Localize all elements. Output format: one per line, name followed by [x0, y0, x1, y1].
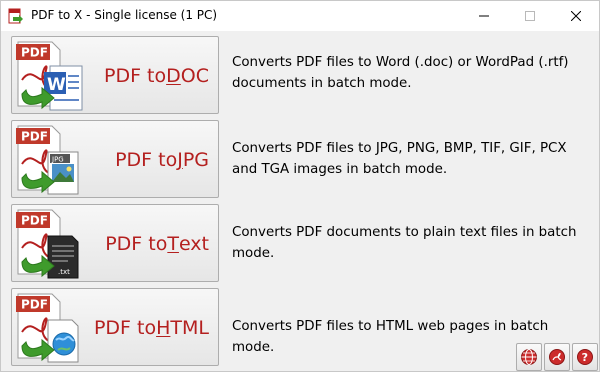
- label-mnemonic: D: [166, 65, 181, 87]
- pdf-badge-text: PDF: [21, 214, 48, 228]
- close-icon: [571, 11, 581, 21]
- maximize-button[interactable]: [507, 1, 553, 31]
- pdf-to-html-button[interactable]: PDF PDF to H TML: [11, 288, 219, 366]
- label-prefix: PDF to: [93, 317, 157, 339]
- pdf-to-text-description: Converts PDF documents to plain text fil…: [232, 225, 577, 261]
- pdf-to-text-label: PDF to Text: [105, 205, 209, 283]
- pdf-to-jpg-button[interactable]: PDF JPG PDF to J PG: [11, 120, 219, 198]
- help-icon: ?: [577, 349, 593, 365]
- minimize-button[interactable]: [461, 1, 507, 31]
- svg-text:?: ?: [582, 351, 588, 364]
- label-suffix: PG: [182, 149, 209, 171]
- minimize-icon: [479, 15, 489, 17]
- pdf-badge-text: PDF: [21, 298, 48, 312]
- label-suffix: TML: [170, 317, 209, 339]
- help-button[interactable]: ?: [572, 343, 598, 371]
- globe-icon: [521, 349, 537, 365]
- label-suffix: ext: [178, 233, 209, 255]
- svg-text:W: W: [47, 75, 66, 95]
- pdf-to-text-button[interactable]: PDF .txt PDF to Text: [11, 204, 219, 282]
- pdf-to-jpg-label: PDF to J PG: [115, 121, 209, 199]
- label-prefix: PDF to: [103, 65, 167, 87]
- window-title: PDF to X - Single license (1 PC): [31, 8, 218, 22]
- label-prefix: PDF to: [115, 149, 178, 171]
- app-window: PDF to X - Single license (1 PC) PDF W P…: [0, 0, 600, 372]
- pdf-settings-button[interactable]: [544, 343, 570, 371]
- pdf-to-html-label: PDF to H TML: [94, 289, 209, 367]
- pdf-to-text-icon: PDF .txt: [16, 209, 79, 279]
- pdf-settings-icon: [549, 349, 565, 365]
- txt-file-tag: .txt: [58, 268, 70, 276]
- main-panel: PDF W PDF to D OC Converts PDF files to W…: [1, 31, 599, 371]
- website-button[interactable]: [516, 343, 542, 371]
- label-prefix: PDF to: [105, 233, 168, 255]
- pdf-badge-text: PDF: [21, 46, 48, 60]
- pdf-to-doc-description: Converts PDF files to Word (.doc) or Wor…: [232, 55, 569, 91]
- close-button[interactable]: [553, 1, 599, 31]
- title-bar[interactable]: PDF to X - Single license (1 PC): [1, 1, 599, 31]
- label-suffix: OC: [180, 65, 209, 87]
- jpg-file-tag: JPG: [51, 156, 64, 164]
- pdf-to-jpg-icon: PDF JPG: [16, 125, 79, 195]
- maximize-icon: [525, 11, 535, 21]
- label-mnemonic: H: [156, 317, 171, 339]
- label-mnemonic: T: [167, 233, 179, 255]
- app-icon: [8, 8, 23, 24]
- pdf-to-doc-button[interactable]: PDF W PDF to D OC: [11, 36, 219, 114]
- pdf-to-word-icon: PDF W: [16, 41, 83, 111]
- pdf-to-doc-label: PDF to D OC: [104, 37, 209, 115]
- pdf-badge-text: PDF: [21, 130, 48, 144]
- pdf-to-jpg-description: Converts PDF files to JPG, PNG, BMP, TIF…: [232, 141, 567, 177]
- pdf-to-html-icon: PDF: [16, 293, 79, 363]
